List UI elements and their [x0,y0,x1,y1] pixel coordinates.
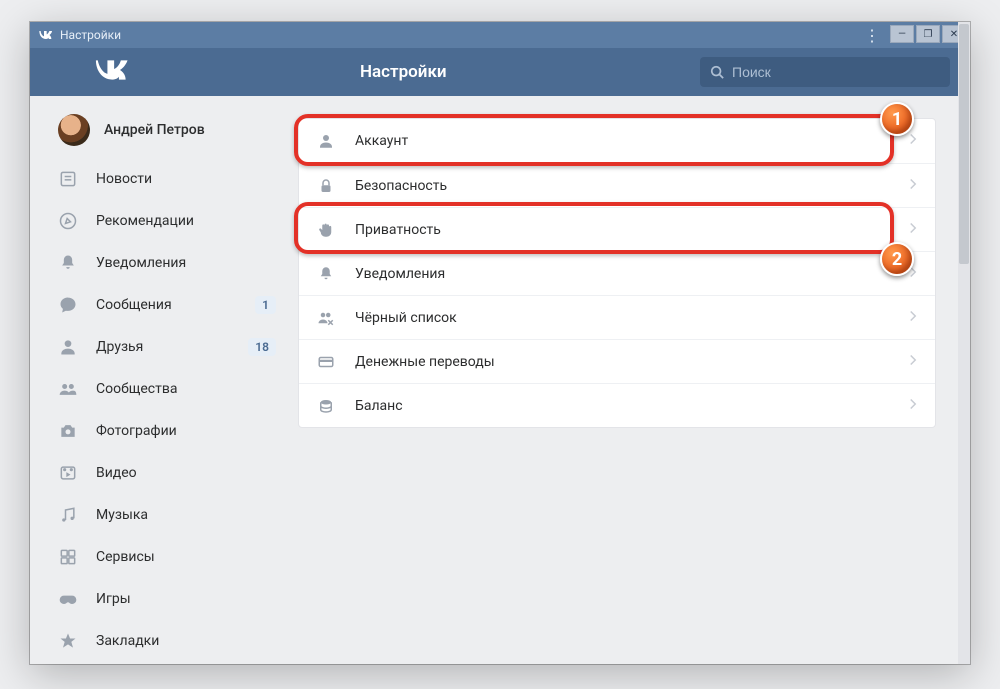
chevron-right-icon [909,266,917,282]
sidebar: Андрей Петров Новости Рекомендации Уведо… [30,96,290,664]
sidebar-item-label: Новости [96,171,152,187]
sidebar-item-label: Сообщества [96,381,177,397]
setting-blocklist[interactable]: Чёрный список [299,295,935,339]
badge: 18 [248,338,276,356]
setting-transfers[interactable]: Денежные переводы [299,339,935,383]
blocklist-icon [317,309,343,327]
user-icon [58,337,86,357]
setting-label: Уведомления [355,266,445,282]
sidebar-item-bookmarks[interactable]: Закладки [42,620,290,662]
window-title: Настройки [60,28,121,42]
profile-name: Андрей Петров [104,122,205,138]
setting-label: Баланс [355,398,403,414]
group-icon [58,379,86,399]
sidebar-item-news[interactable]: Новости [42,158,290,200]
chevron-right-icon [909,222,917,238]
badge: 1 [255,296,276,314]
setting-security[interactable]: Безопасность [299,163,935,207]
search-input[interactable] [732,64,940,80]
sidebar-item-label: Друзья [96,339,143,355]
setting-notifications[interactable]: Уведомления [299,251,935,295]
page-title: Настройки [180,62,700,82]
sidebar-item-label: Рекомендации [96,213,194,229]
card-icon [317,353,343,371]
sidebar-item-music[interactable]: Музыка [42,494,290,536]
apps-icon [58,547,86,567]
sidebar-item-label: Фотографии [96,423,177,439]
account-icon [317,132,343,150]
sidebar-item-recommendations[interactable]: Рекомендации [42,200,290,242]
sidebar-item-label: Уведомления [96,255,186,271]
sidebar-item-label: Сервисы [96,549,155,565]
bell-icon [58,253,86,273]
sidebar-item-label: Закладки [96,633,159,649]
news-icon [58,169,86,189]
app-header: Настройки [30,48,970,96]
chevron-right-icon [909,354,917,370]
bell-icon [317,265,343,283]
chevron-right-icon [909,310,917,326]
scrollbar-track[interactable] [958,22,970,664]
setting-balance[interactable]: Баланс [299,383,935,427]
profile-row[interactable]: Андрей Петров [42,110,290,158]
minimize-button[interactable]: — [890,25,914,43]
music-icon [58,505,86,525]
sidebar-item-friends[interactable]: Друзья 18 [42,326,290,368]
settings-panel: Аккаунт Безопасность Приватность Уведомл… [298,118,936,428]
setting-label: Аккаунт [355,133,408,149]
app-body: Андрей Петров Новости Рекомендации Уведо… [30,96,970,664]
search-icon [710,65,724,79]
titlebar: Настройки ⋮ — ❐ ✕ [30,22,970,48]
setting-label: Чёрный список [355,310,457,326]
app-window: Настройки ⋮ — ❐ ✕ Настройки Андрей Петро… [30,22,970,664]
compass-icon [58,211,86,231]
chat-icon [58,295,86,315]
sidebar-item-notifications[interactable]: Уведомления [42,242,290,284]
chevron-right-icon [909,133,917,149]
setting-privacy[interactable]: Приватность [299,207,935,251]
game-icon [58,589,86,609]
sidebar-item-games[interactable]: Игры [42,578,290,620]
vk-logo-icon[interactable] [94,56,140,88]
star-icon [58,631,86,651]
scrollbar-thumb[interactable] [959,24,969,264]
chevron-right-icon [909,178,917,194]
maximize-button[interactable]: ❐ [916,25,940,43]
setting-label: Денежные переводы [355,354,495,370]
sidebar-item-groups[interactable]: Сообщества [42,368,290,410]
vk-app-icon [38,27,54,43]
avatar [58,114,90,146]
setting-account[interactable]: Аккаунт [299,119,935,163]
sidebar-item-label: Видео [96,465,137,481]
main-content: Аккаунт Безопасность Приватность Уведомл… [290,96,970,664]
lock-icon [317,177,343,195]
hand-icon [317,221,343,239]
kebab-menu-icon[interactable]: ⋮ [860,26,884,45]
sidebar-item-label: Игры [96,591,131,607]
search-box[interactable] [700,57,950,87]
video-icon [58,463,86,483]
sidebar-item-label: Музыка [96,507,148,523]
window-controls: — ❐ ✕ [890,25,966,45]
setting-label: Приватность [355,222,441,238]
coins-icon [317,397,343,415]
sidebar-item-video[interactable]: Видео [42,452,290,494]
setting-label: Безопасность [355,178,447,194]
sidebar-item-services[interactable]: Сервисы [42,536,290,578]
sidebar-item-label: Сообщения [96,297,172,313]
camera-icon [58,421,86,441]
chevron-right-icon [909,398,917,414]
sidebar-item-messages[interactable]: Сообщения 1 [42,284,290,326]
sidebar-item-photos[interactable]: Фотографии [42,410,290,452]
